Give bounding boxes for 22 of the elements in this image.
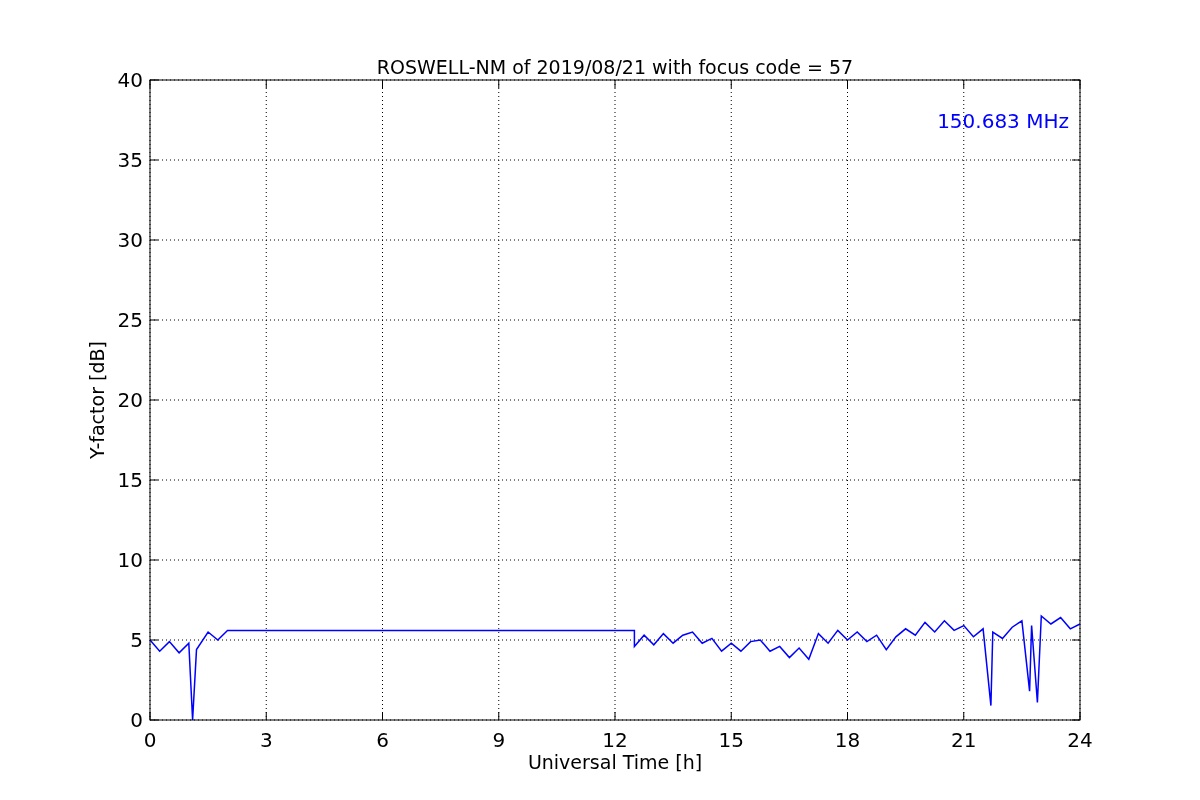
x-tick-label: 24 bbox=[1067, 728, 1093, 752]
y-axis-label: Y-factor [dB] bbox=[86, 341, 108, 459]
x-tick-label: 9 bbox=[492, 728, 506, 752]
y-tick-label: 40 bbox=[117, 68, 143, 92]
y-tick-label: 20 bbox=[117, 388, 143, 412]
x-tick-label: 21 bbox=[951, 728, 977, 752]
x-tick-label: 3 bbox=[259, 728, 273, 752]
y-tick-label: 0 bbox=[130, 708, 143, 732]
x-tick-label: 0 bbox=[143, 728, 157, 752]
y-tick-label: 30 bbox=[117, 228, 143, 252]
y-tick-label: 10 bbox=[117, 548, 143, 572]
series-label: 150.683 MHz bbox=[937, 109, 1069, 133]
x-tick-label: 15 bbox=[718, 728, 744, 752]
x-tick-label: 12 bbox=[602, 728, 628, 752]
y-tick-label: 5 bbox=[130, 628, 143, 652]
y-tick-label: 35 bbox=[117, 148, 143, 172]
chart-title: ROSWELL-NM of 2019/08/21 with focus code = 57 bbox=[376, 56, 854, 78]
x-tick-label: 18 bbox=[834, 728, 861, 752]
y-tick-label: 15 bbox=[117, 468, 143, 492]
x-tick-label: 6 bbox=[376, 728, 389, 752]
x-axis-label: Universal Time [h] bbox=[527, 751, 703, 773]
y-tick-label: 25 bbox=[117, 308, 143, 332]
